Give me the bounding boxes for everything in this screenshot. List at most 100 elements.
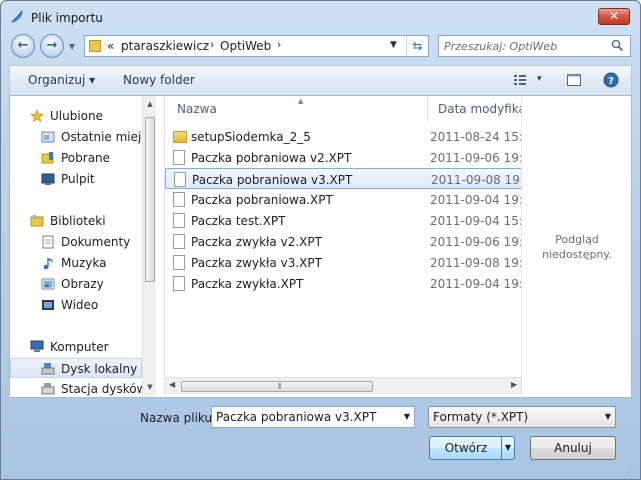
file-date: 2011-09-04 19:40 — [430, 193, 521, 207]
sidebar-item-pulpit[interactable]: Pulpit — [10, 169, 142, 189]
title-bar[interactable]: Plik importu ✕ — [1, 1, 640, 31]
pictures-icon — [41, 278, 55, 290]
file-name: Paczka pobraniowa v2.XPT — [191, 151, 352, 165]
file-row[interactable]: Paczka zwykła v2.XPT 2011-09-06 19:05 — [165, 231, 521, 252]
filename-value[interactable]: Paczka pobraniowa v3.XPT — [216, 410, 376, 424]
scroll-up-icon[interactable]: ▲ — [143, 100, 156, 108]
sidebar-item-muzyka[interactable]: Muzyka — [10, 253, 142, 273]
file-date: 2011-08-24 15:13 — [430, 130, 521, 144]
close-icon: ✕ — [608, 9, 620, 23]
preview-line-1: Podgląd — [555, 233, 599, 246]
preview-pane: Podgląd niedostępny. — [521, 96, 631, 396]
file-date: 2011-09-04 19:40 — [430, 277, 521, 291]
sidebar-item-obrazy[interactable]: Obrazy — [10, 274, 142, 294]
app-feather-icon — [11, 10, 23, 23]
column-divider[interactable] — [427, 96, 428, 122]
sidebar-item-dysk-lokalny[interactable]: Dysk lokalny (C:) — [10, 358, 156, 378]
resize-grip-icon[interactable]: ⋰ — [626, 465, 635, 475]
dialog-content: Ulubione Ostatnie miejsca Pobrane Pulpit… — [9, 96, 632, 398]
sidebar-item-wideo[interactable]: Wideo — [10, 295, 142, 315]
sidebar-item-komputer[interactable]: Komputer — [10, 337, 142, 357]
column-header-date[interactable]: Data modyfikacji — [438, 96, 521, 122]
preview-line-2: niedostępny. — [542, 248, 612, 261]
sidebar-item-label: Biblioteki — [50, 214, 106, 228]
file-name: Paczka test.XPT — [191, 214, 286, 228]
file-type-filter[interactable]: Formaty (*.XPT) ▼ — [428, 406, 616, 428]
open-button[interactable]: Otwórz ▼ — [429, 436, 515, 460]
computer-icon — [30, 340, 44, 352]
sidebar-scrollbar[interactable]: ▲ ▼ — [142, 96, 156, 396]
cancel-button[interactable]: Anuluj — [530, 436, 616, 460]
sidebar-item-pobrane[interactable]: Pobrane — [10, 148, 142, 168]
breadcrumb-ptaraszkiewicz[interactable]: ptaraszkiewicz — [121, 39, 209, 53]
scroll-left-icon[interactable]: ◀ — [169, 380, 175, 389]
file-list-horizontal-scrollbar[interactable]: ◀ ⦀ ▶ — [165, 377, 521, 394]
navigation-pane: Ulubione Ostatnie miejsca Pobrane Pulpit… — [10, 96, 156, 396]
file-row[interactable]: setupSiodemka_2_5 2011-08-24 15:13 — [165, 126, 521, 147]
libraries-icon — [30, 215, 44, 227]
sidebar-item-label: Obrazy — [61, 277, 104, 291]
search-input[interactable] — [444, 38, 604, 54]
refresh-icon: ⇆ — [412, 39, 423, 53]
preview-unavailable-text: Podgląd niedostępny. — [522, 232, 632, 262]
history-dropdown-icon[interactable]: ▼ — [69, 42, 75, 51]
music-icon — [43, 258, 53, 270]
file-row[interactable]: Paczka zwykła v3.XPT 2011-09-08 19:25 — [165, 252, 521, 273]
sidebar-item-ostatnie-miejsca[interactable]: Ostatnie miejsca — [10, 127, 156, 147]
views-icon[interactable] — [512, 72, 528, 88]
file-row-selected[interactable]: Paczka pobraniowa v3.XPT 2011-09-08 19:2… — [165, 168, 521, 189]
scrollbar-thumb[interactable]: ⦀ — [181, 381, 373, 392]
scroll-right-icon[interactable]: ▶ — [511, 380, 517, 389]
breadcrumb-chevron-icon[interactable]: › — [277, 38, 281, 51]
floppy-drive-icon — [41, 383, 55, 395]
file-date: 2011-09-08 19:25 — [431, 173, 521, 187]
file-row[interactable]: Paczka zwykła.XPT 2011-09-04 19:40 — [165, 273, 521, 294]
grip-icon: ⦀ — [278, 382, 282, 391]
organize-button[interactable]: Organizuj ▾ — [28, 73, 95, 87]
sidebar-item-label: Ulubione — [50, 109, 104, 123]
chevron-down-icon[interactable]: ▼ — [404, 412, 410, 421]
new-folder-button[interactable]: Nowy folder — [123, 73, 195, 87]
local-disk-icon — [41, 363, 55, 375]
address-bar[interactable]: « ptaraszkiewicz › OptiWeb › ▼ ⇆ — [84, 35, 429, 57]
sidebar-item-ulubione[interactable]: Ulubione — [10, 106, 142, 126]
file-type-value: Formaty (*.XPT) — [433, 410, 529, 424]
sidebar-item-biblioteki[interactable]: Biblioteki — [10, 211, 142, 231]
file-date: 2011-09-04 15:40 — [430, 214, 521, 228]
chevron-down-icon: ▼ — [604, 412, 611, 421]
file-list: ▲ Nazwa Data modyfikacji setupSiodemka_2… — [164, 96, 521, 396]
sidebar-item-label: Muzyka — [61, 256, 107, 270]
sidebar-item-label: Wideo — [61, 298, 99, 312]
column-header-name[interactable]: Nazwa — [177, 96, 417, 122]
documents-icon — [42, 235, 54, 249]
search-box[interactable] — [438, 35, 631, 57]
document-icon — [173, 234, 185, 249]
open-options-dropdown-icon[interactable]: ▼ — [501, 437, 514, 459]
scroll-down-icon[interactable]: ▼ — [143, 383, 156, 391]
document-icon — [174, 172, 186, 187]
filename-combobox[interactable]: Paczka pobraniowa v3.XPT ▼ — [211, 406, 415, 428]
help-icon[interactable]: ? — [603, 72, 619, 88]
close-button[interactable]: ✕ — [598, 8, 630, 25]
preview-pane-icon[interactable] — [566, 72, 582, 88]
breadcrumb-chevron-icon[interactable]: › — [210, 38, 214, 51]
sidebar-item-dokumenty[interactable]: Dokumenty — [10, 232, 142, 252]
back-button[interactable]: ← — [11, 34, 35, 58]
window-title: Plik importu — [31, 11, 103, 25]
views-dropdown-icon[interactable]: ▾ — [537, 74, 542, 84]
breadcrumb-optiweb[interactable]: OptiWeb — [220, 39, 271, 53]
folder-icon — [173, 131, 187, 143]
file-row[interactable]: Paczka test.XPT 2011-09-04 15:40 — [165, 210, 521, 231]
forward-button[interactable]: → — [40, 34, 64, 58]
sidebar-item-label: Pulpit — [61, 172, 95, 186]
refresh-button[interactable]: ⇆ — [406, 36, 428, 56]
filename-label: Nazwa pliku: — [140, 411, 217, 425]
address-dropdown-icon[interactable]: ▼ — [390, 40, 397, 50]
file-row[interactable]: Paczka pobraniowa.XPT 2011-09-04 19:40 — [165, 189, 521, 210]
sidebar-item-stacja-dyskow[interactable]: Stacja dysków — [10, 379, 146, 396]
file-row[interactable]: Paczka pobraniowa v2.XPT 2011-09-06 19:0… — [165, 147, 521, 168]
scrollbar-thumb[interactable] — [145, 117, 155, 282]
breadcrumb-overflow[interactable]: « — [107, 39, 114, 53]
document-icon — [173, 213, 185, 228]
search-icon[interactable] — [611, 39, 624, 52]
